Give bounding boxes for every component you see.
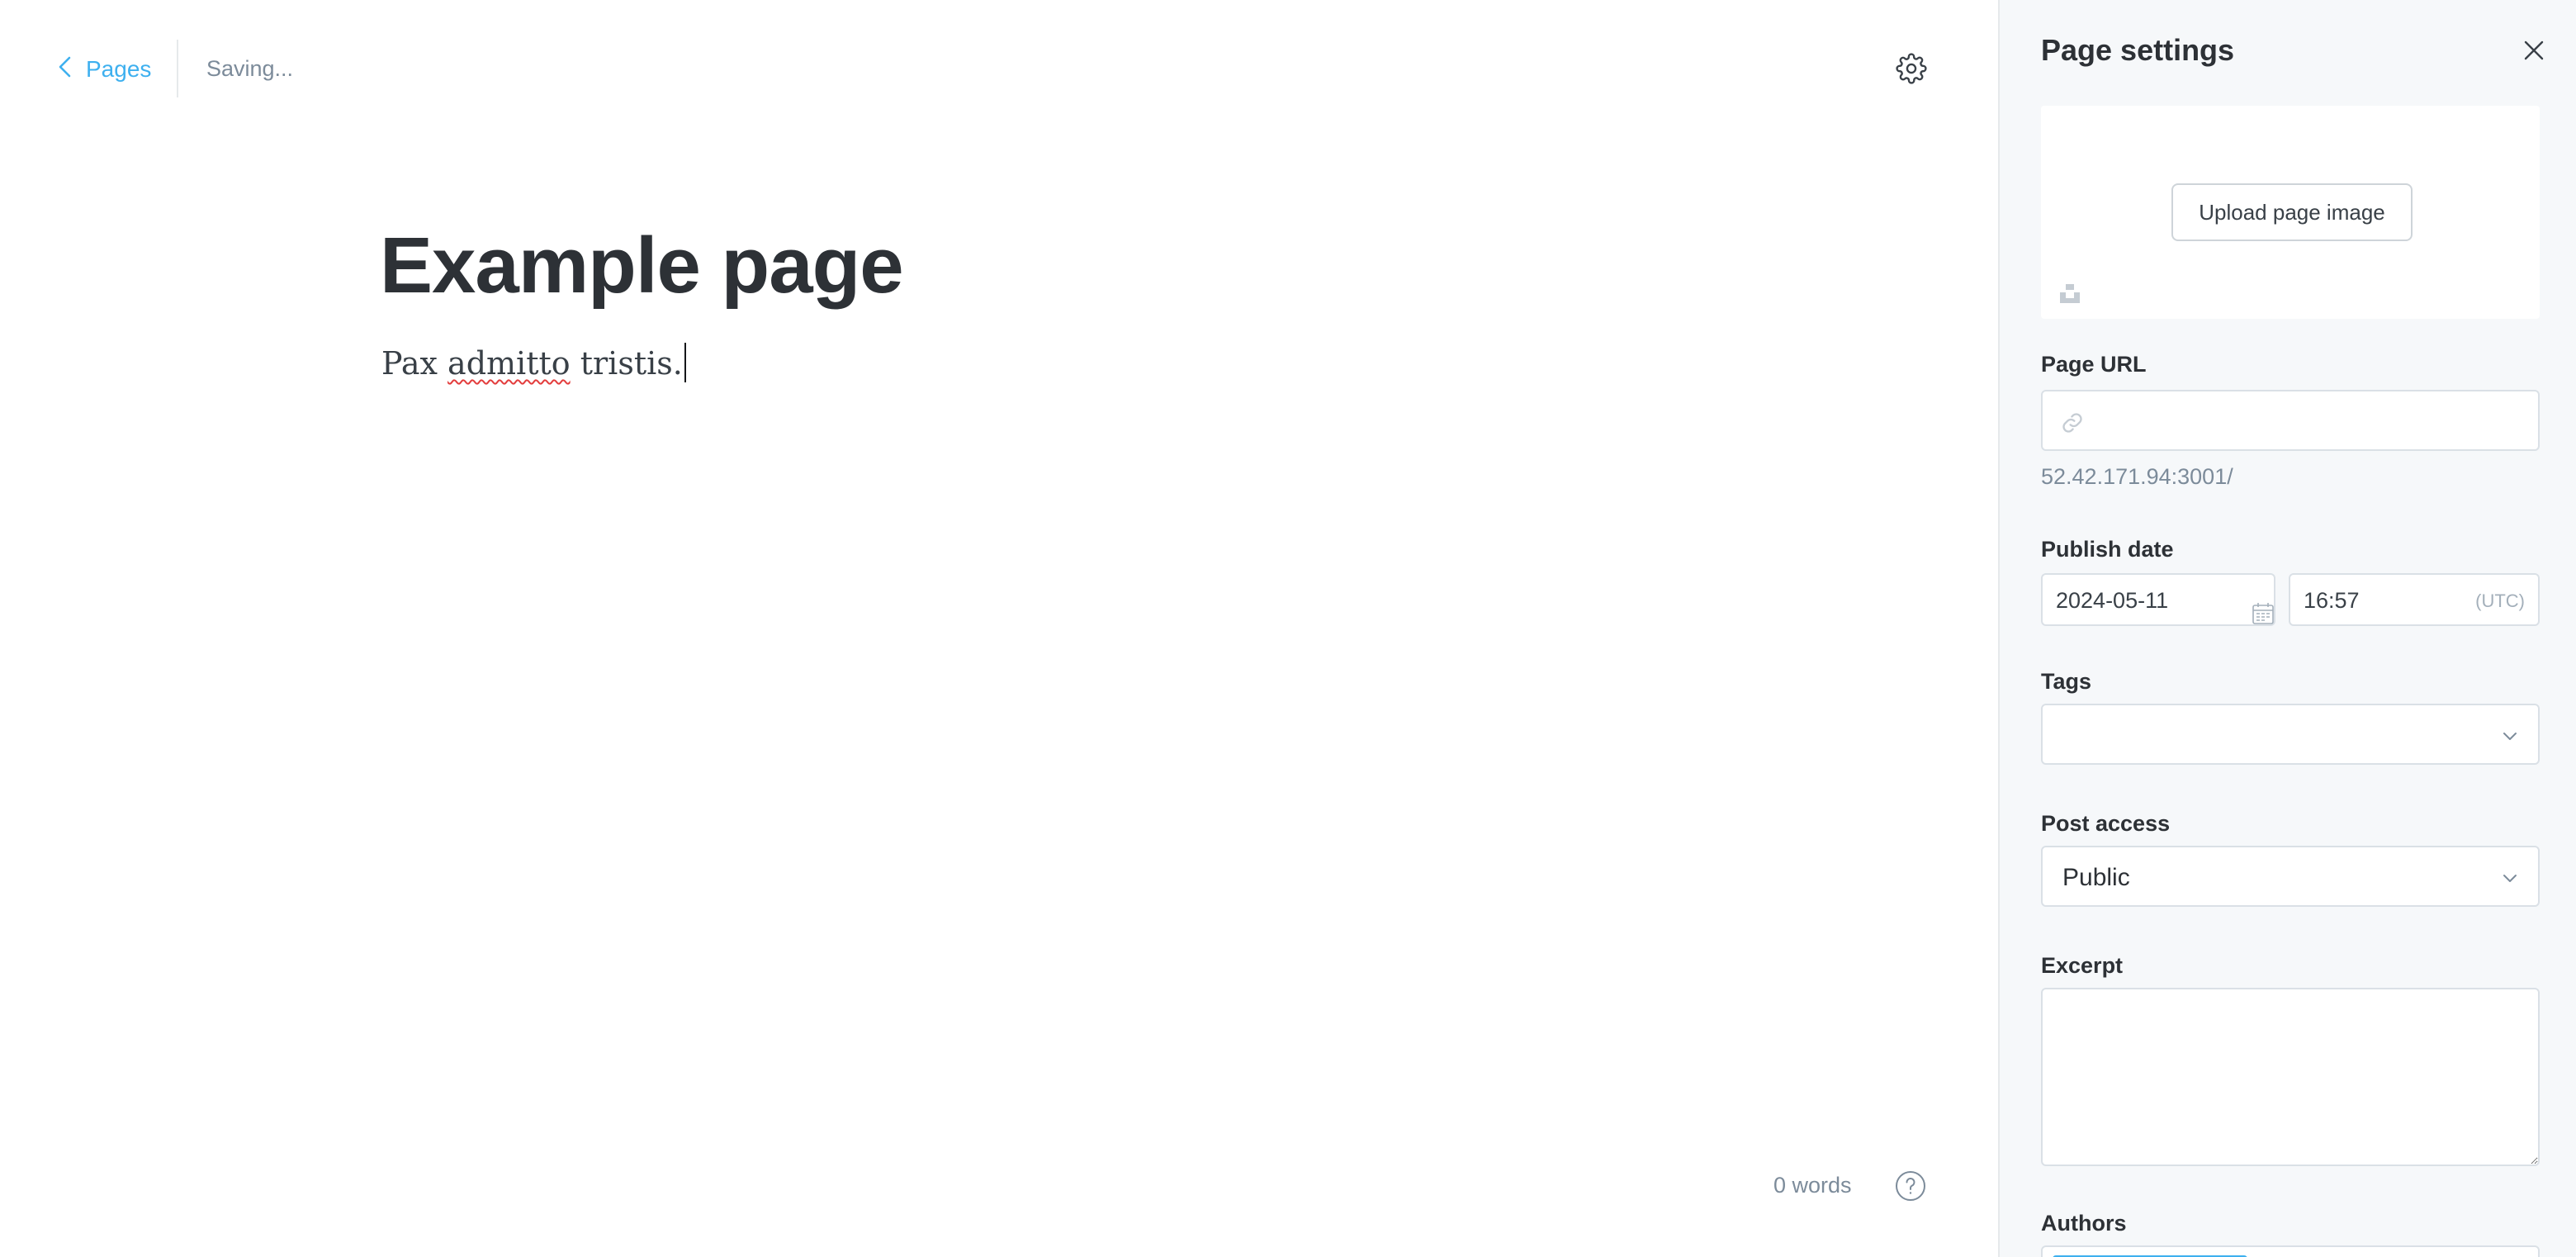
unsplash-icon[interactable] xyxy=(2057,281,2082,306)
page-image-dropzone[interactable]: Upload page image xyxy=(2041,106,2540,319)
save-status: Saving... xyxy=(206,56,294,81)
tags-select[interactable] xyxy=(2041,704,2540,765)
publish-date-label: Publish date xyxy=(2041,537,2174,562)
publish-time-value: 16:57 xyxy=(2304,588,2360,613)
back-link-label: Pages xyxy=(86,56,152,82)
word-count: 0 words xyxy=(1773,1173,1852,1198)
page-body[interactable]: Pax admitto tristis. xyxy=(381,340,686,387)
page-title[interactable]: Example page xyxy=(380,216,904,315)
editor-area: Pages Saving... Example page Pax admitto… xyxy=(0,0,1998,1257)
authors-input[interactable] xyxy=(2041,1245,2540,1257)
timezone-label: (UTC) xyxy=(2475,591,2525,611)
page-url-preview: 52.42.171.94:3001/ xyxy=(2041,464,2233,489)
publish-time-input[interactable]: 16:57 (UTC) xyxy=(2289,573,2540,626)
post-access-select[interactable]: Public xyxy=(2041,846,2540,907)
publish-date-value: 2024-05-11 xyxy=(2056,588,2169,613)
excerpt-label: Excerpt xyxy=(2041,953,2124,978)
tags-label: Tags xyxy=(2041,669,2092,694)
panel-title: Page settings xyxy=(2041,33,2235,67)
post-access-label: Post access xyxy=(2041,811,2171,836)
close-icon xyxy=(2520,40,2548,68)
page-url-field[interactable] xyxy=(2041,390,2540,451)
misspelled-word: admitto xyxy=(447,345,571,382)
back-to-pages-link[interactable]: Pages xyxy=(56,51,151,88)
header-divider xyxy=(177,40,178,97)
chevron-left-icon xyxy=(56,55,86,84)
publish-date-input[interactable]: 2024-05-11 xyxy=(2041,573,2275,626)
settings-toggle-button[interactable] xyxy=(1894,52,1929,88)
upload-page-image-button[interactable]: Upload page image xyxy=(2171,183,2413,241)
page-url-label: Page URL xyxy=(2041,352,2147,377)
body-word: tristis. xyxy=(580,345,683,382)
gear-icon xyxy=(1896,52,1927,88)
excerpt-textarea[interactable] xyxy=(2041,988,2540,1166)
close-panel-button[interactable] xyxy=(2520,36,2548,64)
post-access-value: Public xyxy=(2062,864,2130,891)
text-caret xyxy=(684,343,686,382)
authors-label: Authors xyxy=(2041,1211,2127,1236)
page-settings-panel: Page settings Upload page image Page URL… xyxy=(1998,0,2576,1257)
question-circle-icon xyxy=(1894,1171,1927,1206)
page-url-input[interactable] xyxy=(2095,396,2525,446)
editor-header: Pages Saving... xyxy=(0,0,1998,139)
help-button[interactable] xyxy=(1894,1169,1927,1202)
body-word: Pax xyxy=(381,345,438,382)
